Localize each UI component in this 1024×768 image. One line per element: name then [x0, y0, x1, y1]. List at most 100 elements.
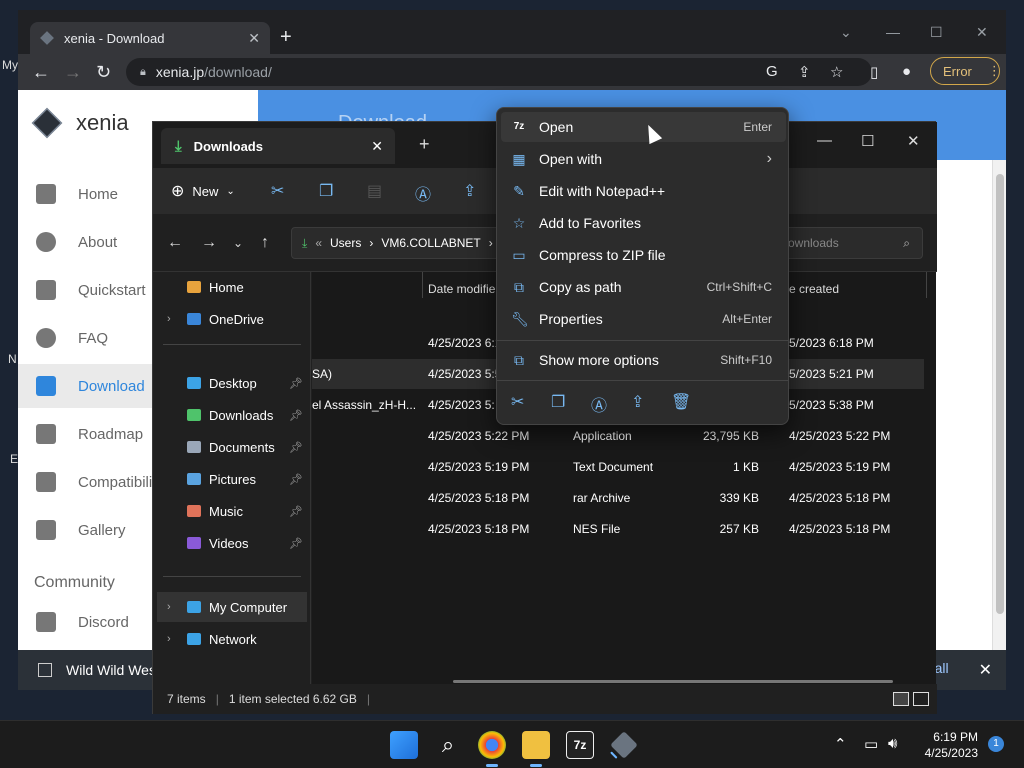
search-icon[interactable]: ⌕: [434, 731, 462, 759]
details-view-icon[interactable]: [893, 692, 909, 706]
browser-tab[interactable]: xenia - Download ✕: [30, 22, 270, 54]
copy-icon[interactable]: ❐: [319, 181, 333, 201]
copy-icon[interactable]: ❐: [551, 392, 565, 412]
column-date-modified[interactable]: Date modifie: [428, 282, 495, 296]
explorer-tab[interactable]: ⤓ Downloads ✕: [161, 128, 395, 164]
search-input[interactable]: ownloads ⌕: [767, 227, 923, 259]
clock[interactable]: 6:19 PM 4/25/2023: [920, 729, 978, 761]
tiles-view-icon[interactable]: [913, 692, 929, 706]
chat-icon: [36, 612, 56, 632]
tree-item-my-computer[interactable]: › My Computer: [157, 592, 307, 622]
file-row[interactable]: 4/25/2023 5:18 PM NES File 257 KB 4/25/2023…: [312, 514, 924, 544]
cell-type: Application: [573, 429, 632, 443]
7zip-icon[interactable]: 7z: [566, 731, 594, 759]
page-scrollbar[interactable]: [992, 160, 1006, 650]
horizontal-scrollbar[interactable]: [453, 680, 893, 683]
share-icon[interactable]: ⇪: [798, 63, 811, 81]
minimize-button[interactable]: —: [817, 132, 832, 149]
new-tab-button[interactable]: +: [280, 26, 292, 49]
close-window-button[interactable]: ✕: [976, 24, 988, 41]
rename-icon[interactable]: Ⓐ: [415, 181, 431, 205]
close-window-button[interactable]: ✕: [907, 132, 920, 150]
tree-item-desktop[interactable]: Desktop 📌︎: [157, 368, 307, 398]
address-bar[interactable]: 🔒︎ xenia.jp/download/: [126, 58, 872, 86]
pin-icon: 📌︎: [289, 409, 303, 422]
side-panel-icon[interactable]: ▯: [870, 63, 878, 81]
network-icon[interactable]: ▭: [864, 735, 878, 753]
close-tab-icon[interactable]: ✕: [248, 30, 260, 47]
profile-icon[interactable]: ●: [902, 63, 911, 80]
tree-item-pictures[interactable]: Pictures 📌︎: [157, 464, 307, 494]
tree-item-onedrive[interactable]: › OneDrive: [157, 304, 307, 334]
maximize-button[interactable]: ☐: [861, 132, 874, 150]
menu-item-show-more-options[interactable]: ⧉ Show more options Shift+F10: [501, 345, 786, 375]
volume-icon[interactable]: 🔊︎: [888, 735, 897, 752]
new-tab-button[interactable]: +: [419, 134, 430, 155]
tree-item-home[interactable]: Home: [157, 272, 307, 302]
pin-icon: 📌︎: [289, 473, 303, 486]
close-tab-icon[interactable]: ✕: [371, 138, 383, 155]
tree-item-videos[interactable]: Videos 📌︎: [157, 528, 307, 558]
start-button-icon[interactable]: [390, 731, 418, 759]
recent-locations-icon[interactable]: ⌄: [233, 236, 243, 250]
cut-icon[interactable]: ✂: [511, 392, 524, 412]
menu-item-compress-zip[interactable]: ▭ Compress to ZIP file: [501, 240, 786, 270]
scrollbar-thumb[interactable]: [996, 174, 1004, 614]
paste-icon[interactable]: ▤: [367, 181, 382, 201]
menu-item-edit-notepad[interactable]: ✎ Edit with Notepad++: [501, 176, 786, 206]
error-button[interactable]: Error ⋮: [930, 57, 1001, 85]
file-explorer-icon[interactable]: [522, 731, 550, 767]
share-icon[interactable]: ⇪: [463, 181, 476, 201]
desktop-text-fragment: E: [10, 452, 19, 466]
rename-icon[interactable]: Ⓐ: [591, 392, 607, 416]
delete-icon[interactable]: 🗑︎: [671, 392, 691, 412]
chevron-down-icon[interactable]: ⌄: [840, 24, 852, 41]
notification-badge[interactable]: 1: [988, 736, 1004, 752]
chrome-icon[interactable]: [478, 731, 506, 767]
cut-icon[interactable]: ✂: [271, 181, 284, 201]
file-row[interactable]: 4/25/2023 5:22 PM Application 23,795 KB 4/2…: [312, 421, 924, 451]
tree-item-network[interactable]: › Network: [157, 624, 307, 654]
bookmark-star-icon[interactable]: ☆: [830, 63, 843, 81]
tree-item-downloads[interactable]: Downloads 📌︎: [157, 400, 307, 430]
breadcrumb-item[interactable]: Users: [330, 236, 361, 250]
tree-item-label: Home: [209, 279, 244, 295]
new-button[interactable]: ⊕ New ⌄: [171, 181, 235, 201]
xenia-icon[interactable]: [610, 731, 638, 759]
chevron-up-icon[interactable]: ⌃: [834, 735, 847, 753]
column-date-created[interactable]: e created: [789, 282, 839, 296]
close-banner-icon[interactable]: ✕: [979, 660, 992, 680]
back-button[interactable]: ←: [32, 62, 50, 83]
reload-button[interactable]: ↻: [96, 62, 111, 83]
back-button[interactable]: ←: [167, 234, 183, 252]
menu-label: Copy as path: [539, 279, 622, 295]
breadcrumb-item[interactable]: VM6.COLLABNET: [381, 236, 480, 250]
minimize-button[interactable]: —: [886, 24, 900, 40]
menu-item-properties[interactable]: 🔧︎ Properties Alt+Enter: [501, 304, 786, 334]
google-icon[interactable]: G: [766, 63, 778, 80]
menu-item-copy-as-path[interactable]: ⧉ Copy as path Ctrl+Shift+C: [501, 272, 786, 302]
chevron-right-icon[interactable]: ›: [167, 601, 171, 613]
file-row[interactable]: 4/25/2023 5:18 PM rar Archive 339 KB 4/25/2…: [312, 483, 924, 513]
tree-item-music[interactable]: Music 📌︎: [157, 496, 307, 526]
forward-button[interactable]: →: [64, 62, 82, 83]
cell-modified: 4/25/2023 5:5: [428, 367, 502, 381]
desktop-icon: [187, 377, 201, 389]
menu-item-add-favorites[interactable]: ☆ Add to Favorites: [501, 208, 786, 238]
up-button[interactable]: ↑: [261, 234, 269, 252]
share-icon[interactable]: ⇪: [631, 392, 644, 412]
pin-icon: 📌︎: [289, 377, 303, 390]
menu-label: Add to Favorites: [539, 215, 641, 231]
chevron-right-icon[interactable]: ›: [167, 633, 171, 645]
column-separator[interactable]: [926, 272, 927, 298]
file-row[interactable]: 4/25/2023 5:19 PM Text Document 1 KB 4/25/2…: [312, 452, 924, 482]
address-bar[interactable]: ⤓ « Users › VM6.COLLABNET ›: [291, 227, 501, 259]
site-logo[interactable]: xenia: [31, 107, 129, 139]
column-separator[interactable]: [422, 272, 423, 298]
nav-label: Quickstart: [78, 281, 146, 299]
tree-item-documents[interactable]: Documents 📌︎: [157, 432, 307, 462]
maximize-button[interactable]: ☐: [930, 24, 943, 41]
chevron-right-icon[interactable]: ›: [167, 313, 171, 325]
menu-item-open-with[interactable]: ▦ Open with ›: [501, 144, 786, 174]
forward-button[interactable]: →: [201, 234, 217, 252]
